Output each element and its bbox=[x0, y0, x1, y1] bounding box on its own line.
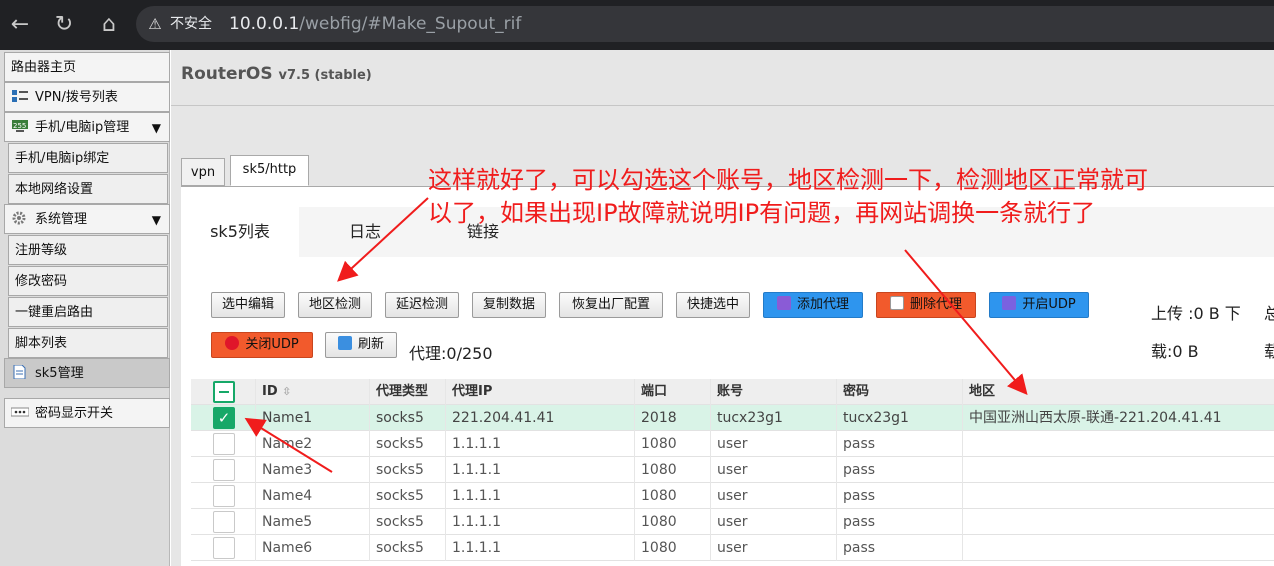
arrow-to-checkbox bbox=[244, 417, 333, 473]
annotation-arrows bbox=[244, 197, 1028, 473]
annotation-text: 这样就好了，可以勾选这个账号，地区检测一下，检测地区正常就可 以了，如果出现IP… bbox=[428, 164, 1228, 230]
annotation-line-2: 以了，如果出现IP故障就说明IP有问题，再网站调换一条就行了 bbox=[428, 199, 1096, 227]
arrow-to-region-check bbox=[337, 197, 429, 282]
annotation-line-1: 这样就好了，可以勾选这个账号，地区检测一下，检测地区正常就可 bbox=[428, 166, 1148, 194]
arrow-to-region-column bbox=[904, 249, 1028, 396]
